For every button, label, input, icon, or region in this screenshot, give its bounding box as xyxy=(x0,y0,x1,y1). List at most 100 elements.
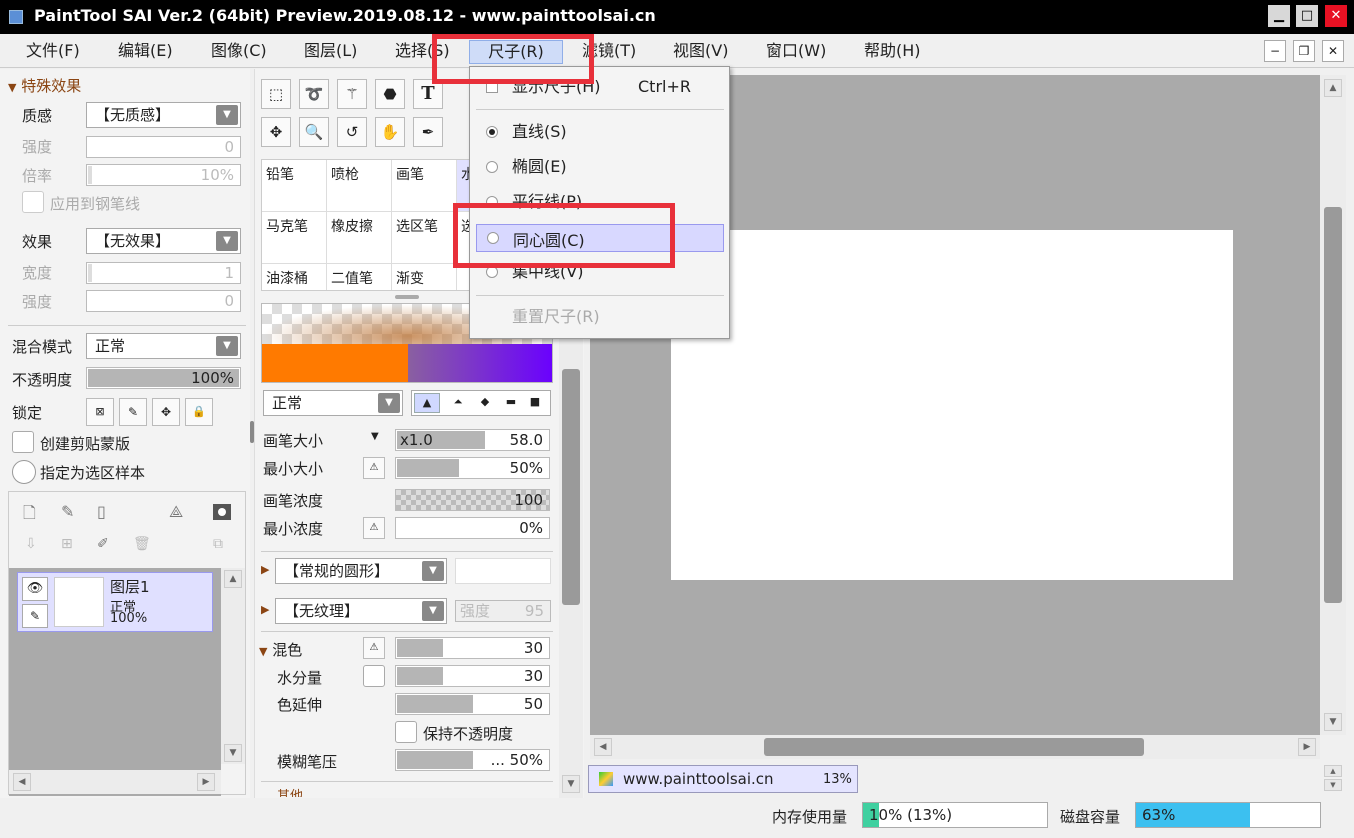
mdi-restore-button[interactable]: ❐ xyxy=(1293,40,1315,62)
opacity-slider[interactable]: 100% xyxy=(86,367,241,389)
pen-icon[interactable]: ✎ xyxy=(22,604,48,628)
eye-icon[interactable]: 👁 xyxy=(22,577,48,601)
panel-splitter[interactable] xyxy=(395,295,419,299)
layer-effect-icon[interactable]: ⟁ xyxy=(169,502,183,522)
merge-down-icon[interactable]: ⇩ xyxy=(25,536,37,552)
scroll-thumb[interactable] xyxy=(1324,207,1342,603)
new-pen-layer-icon[interactable]: ✎ xyxy=(61,502,74,521)
tool-eraser[interactable]: 橡皮擦 xyxy=(327,212,392,264)
menu-layer[interactable]: 图层(L) xyxy=(300,40,361,64)
scroll-thumb[interactable] xyxy=(764,738,1144,756)
tab-scroll-up-icon[interactable]: ▲ xyxy=(1324,765,1342,777)
apply-to-pen-checkbox[interactable] xyxy=(22,191,44,213)
scroll-down-icon[interactable]: ▼ xyxy=(1324,713,1342,731)
selection-sample-radio[interactable] xyxy=(12,460,36,484)
clear-layer-icon[interactable]: ✐ xyxy=(97,536,109,552)
texture-select[interactable]: 【无质感】 ▼ xyxy=(86,102,241,128)
add-layer-icon[interactable]: ⊞ xyxy=(61,536,73,552)
texture-strength-slider[interactable]: 强度 95 xyxy=(455,600,551,622)
effect-select[interactable]: 【无效果】 ▼ xyxy=(86,228,241,254)
tool-airbrush[interactable]: 喷枪 xyxy=(327,160,392,212)
mix-slider[interactable]: 30 xyxy=(395,637,550,659)
scroll-down-icon[interactable]: ▼ xyxy=(562,775,580,793)
scroll-right-icon[interactable]: ▶ xyxy=(197,773,215,791)
blur-pressure-slider[interactable]: ... 50% xyxy=(395,749,550,771)
magic-wand-icon[interactable]: ⚚ xyxy=(337,79,367,109)
primary-color-swatch[interactable] xyxy=(262,344,408,382)
menu-help[interactable]: 帮助(H) xyxy=(860,40,925,64)
new-layer-icon[interactable]: 🗋 xyxy=(23,502,36,529)
brush-mode-select[interactable]: 正常 ▼ xyxy=(263,390,403,416)
eyedropper-icon[interactable]: ✒ xyxy=(413,117,443,147)
scroll-thumb[interactable] xyxy=(562,369,580,605)
secondary-color-swatch[interactable] xyxy=(408,344,552,382)
move-icon[interactable]: ✥ xyxy=(261,117,291,147)
tab-scroll-down-icon[interactable]: ▼ xyxy=(1324,779,1342,791)
scroll-left-icon[interactable]: ◀ xyxy=(13,773,31,791)
effects-header[interactable]: ▼ 特殊效果 xyxy=(8,75,81,96)
zoom-icon[interactable]: 🔍 xyxy=(299,117,329,147)
layer-vscrollbar[interactable]: ▲ ▼ xyxy=(221,568,245,764)
new-folder-icon[interactable]: ▯ xyxy=(97,502,106,521)
brush-shape-select[interactable]: 【常规的圆形】 ▼ xyxy=(275,558,447,584)
tip-flat-icon[interactable]: ▬ xyxy=(498,393,524,413)
layer-row[interactable]: 👁 ✎ 图层1 正常 100% xyxy=(17,572,213,632)
pressure-icon[interactable]: ⚠ xyxy=(363,637,385,659)
shape-select-icon[interactable]: ⬣ xyxy=(375,79,405,109)
menu-window[interactable]: 窗口(W) xyxy=(762,40,830,64)
close-button[interactable]: ✕ xyxy=(1325,5,1347,27)
lock-move-icon[interactable]: ✥ xyxy=(152,398,180,426)
tip-round-icon[interactable]: ⏶ xyxy=(445,393,471,413)
min-size-slider[interactable]: 50% xyxy=(395,457,550,479)
scroll-left-icon[interactable]: ◀ xyxy=(594,738,612,756)
canvas-hscrollbar[interactable]: ◀ ▶ xyxy=(590,735,1320,759)
caret-down-icon[interactable]: ▼ xyxy=(371,431,379,442)
scroll-down-icon[interactable]: ▼ xyxy=(224,744,242,762)
min-density-slider[interactable]: 0% xyxy=(395,517,550,539)
tool-selection-pen[interactable]: 选区笔 xyxy=(392,212,457,264)
other-section-label[interactable]: 其他 xyxy=(277,785,303,797)
keep-opacity-checkbox[interactable] xyxy=(395,721,417,743)
tool-pencil[interactable]: 铅笔 xyxy=(262,160,327,212)
minimize-button[interactable]: ▁ xyxy=(1268,5,1290,27)
maximize-button[interactable]: □ xyxy=(1296,5,1318,27)
brush-density-slider[interactable]: 100 xyxy=(395,489,550,511)
water-slider[interactable]: 30 xyxy=(395,665,550,687)
mask-icon[interactable] xyxy=(213,504,231,520)
hand-icon[interactable]: ✋ xyxy=(375,117,405,147)
menu-image[interactable]: 图像(C) xyxy=(207,40,271,64)
blend-mode-select[interactable]: 正常 ▼ xyxy=(86,333,241,359)
clip-mask-checkbox[interactable] xyxy=(12,431,34,453)
scroll-right-icon[interactable]: ▶ xyxy=(1298,738,1316,756)
brush-texture-select[interactable]: 【无纹理】 ▼ xyxy=(275,598,447,624)
layer-hscrollbar[interactable]: ◀ ▶ xyxy=(9,770,221,794)
stretch-slider[interactable]: 50 xyxy=(395,693,550,715)
trash-icon[interactable]: 🗑 xyxy=(133,536,151,552)
pressure-icon[interactable]: ⚠ xyxy=(363,517,385,539)
width-slider[interactable]: 1 xyxy=(86,262,241,284)
tip-soft-icon[interactable]: ◆ xyxy=(472,393,498,413)
tip-square-icon[interactable]: ■ xyxy=(522,393,548,413)
scroll-up-icon[interactable]: ▲ xyxy=(1324,79,1342,97)
pressure-icon[interactable]: ⚠ xyxy=(363,457,385,479)
strength-slider[interactable]: 0 xyxy=(86,136,241,158)
canvas-tab[interactable]: www.painttoolsai.cn 13% xyxy=(588,765,858,793)
mdi-close-button[interactable]: ✕ xyxy=(1322,40,1344,62)
lasso-icon[interactable]: ➰ xyxy=(299,79,329,109)
strength2-slider[interactable]: 0 xyxy=(86,290,241,312)
brush-size-slider[interactable]: x1.0 58.0 xyxy=(395,429,550,451)
tool-brush[interactable]: 画笔 xyxy=(392,160,457,212)
mdi-minimize-button[interactable]: − xyxy=(1264,40,1286,62)
rotate-icon[interactable]: ↺ xyxy=(337,117,367,147)
expand-triangle-icon[interactable]: ▶ xyxy=(261,563,269,576)
lock-paint-icon[interactable]: ✎ xyxy=(119,398,147,426)
lock-all-icon[interactable]: 🔒 xyxy=(185,398,213,426)
tool-bucket[interactable]: 油漆桶 xyxy=(262,264,327,290)
lock-transparency-icon[interactable]: ⊠ xyxy=(86,398,114,426)
tool-marker[interactable]: 马克笔 xyxy=(262,212,327,264)
rect-select-icon[interactable]: ⬚ xyxy=(261,79,291,109)
menu-edit[interactable]: 编辑(E) xyxy=(114,40,177,64)
scroll-up-icon[interactable]: ▲ xyxy=(224,570,242,588)
canvas-vscrollbar[interactable]: ▲ ▼ xyxy=(1320,75,1346,735)
mix-header[interactable]: ▼ 混色 xyxy=(259,639,302,660)
